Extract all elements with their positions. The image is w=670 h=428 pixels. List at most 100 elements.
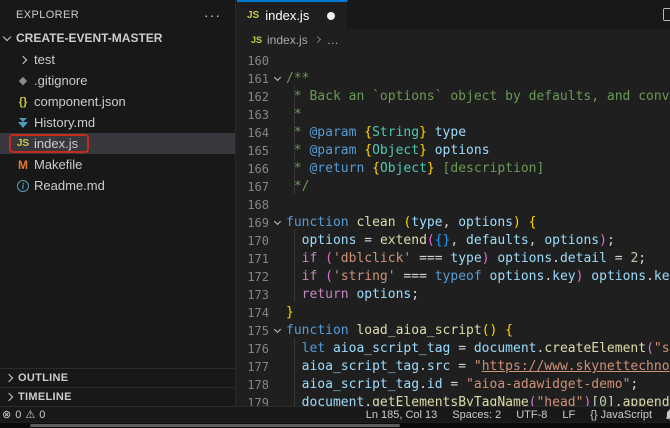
modified-dot-icon[interactable] — [327, 12, 335, 20]
file-item-component.json[interactable]: {}component.json — [0, 91, 235, 112]
explorer-sidebar: EXPLORER ··· CREATE-EVENT-MASTER test◆.g… — [0, 0, 236, 406]
code-text: document.getElementsByTagName("head")[0]… — [286, 394, 670, 406]
status-right: Ln 185, Col 13 Spaces: 2 UTF-8 LF {} Jav… — [351, 408, 670, 421]
code-line[interactable]: 173 return options; — [237, 286, 670, 304]
indent-guide — [294, 230, 295, 302]
line-number: 177 — [237, 358, 269, 376]
line-number: 179 — [237, 394, 269, 406]
root-folder-row[interactable]: CREATE-EVENT-MASTER — [0, 27, 235, 49]
chevron-down-icon — [274, 218, 281, 225]
status-left: ⊗ 0 ⚠ 0 — [2, 408, 49, 421]
warnings-icon[interactable]: ⚠ — [25, 408, 35, 421]
line-number: 163 — [237, 106, 269, 124]
fold-gutter — [269, 106, 286, 124]
more-actions-icon[interactable]: ··· — [204, 11, 221, 19]
file-item-test[interactable]: test — [0, 49, 235, 70]
breadcrumb-more[interactable]: … — [327, 33, 339, 47]
fold-gutter — [269, 304, 286, 322]
indentation-setting[interactable]: Spaces: 2 — [452, 409, 501, 421]
code-line[interactable]: 167 */ — [237, 178, 670, 196]
file-item-index.js[interactable]: JSindex.js — [0, 133, 235, 154]
fold-gutter — [269, 286, 286, 304]
code-line[interactable]: 168 — [237, 196, 670, 214]
eol-setting[interactable]: LF — [562, 409, 575, 421]
code-text: return options; — [286, 286, 419, 304]
code-line[interactable]: 174} — [237, 304, 670, 322]
page-bottom-strip — [0, 423, 670, 428]
line-number: 168 — [237, 196, 269, 214]
code-line[interactable]: 161/** — [237, 70, 670, 88]
code-line[interactable]: 175function load_aioa_script() { — [237, 322, 670, 340]
cursor-position[interactable]: Ln 185, Col 13 — [366, 409, 438, 421]
split-editor-icon[interactable] — [663, 8, 670, 21]
file-label: index.js — [34, 136, 78, 151]
line-number: 160 — [237, 52, 269, 70]
code-line[interactable]: 169 function clean (type, options) { — [237, 214, 670, 232]
code-text: let aioa_script_tag = document.createEle… — [286, 340, 670, 358]
section-outline[interactable]: OUTLINE — [0, 368, 235, 387]
section-label: TIMELINE — [18, 391, 72, 403]
language-mode[interactable]: {} JavaScript — [590, 409, 652, 421]
code-text: /** — [286, 70, 309, 88]
file-item-Readme.md[interactable]: iReadme.md — [0, 175, 235, 196]
code-line[interactable]: 160 — [237, 52, 670, 70]
errors-icon[interactable]: ⊗ — [2, 408, 11, 421]
encoding[interactable]: UTF-8 — [516, 409, 547, 421]
fold-chevron-icon[interactable] — [269, 214, 286, 232]
code-line[interactable]: 179 document.getElementsByTagName("head"… — [237, 394, 670, 406]
section-timeline[interactable]: TIMELINE — [0, 387, 235, 406]
code-line[interactable]: 165 * @param {Object} options — [237, 142, 670, 160]
code-line[interactable]: 176 let aioa_script_tag = document.creat… — [237, 340, 670, 358]
markdown-file-icon — [17, 117, 29, 129]
breadcrumb-file[interactable]: index.js — [267, 33, 308, 47]
line-number: 166 — [237, 160, 269, 178]
horizontal-scrollbar[interactable] — [30, 424, 400, 427]
code-text: if ('string' === typeof options.key) opt… — [286, 268, 670, 286]
file-icon-slot — [14, 117, 32, 129]
status-bar: ⊗ 0 ⚠ 0 Ln 185, Col 13 Spaces: 2 UTF-8 L… — [0, 406, 670, 422]
code-line[interactable]: 171 if ('dblclick' === type) options.det… — [237, 250, 670, 268]
code-editor[interactable]: 160161/**162 * Back an `options` object … — [237, 50, 670, 406]
code-line[interactable]: 177 aioa_script_tag.src = "https://www.s… — [237, 358, 670, 376]
file-label: .gitignore — [34, 73, 87, 88]
code-line[interactable]: 166 * @return {Object} [description] — [237, 160, 670, 178]
fold-gutter — [269, 142, 286, 160]
fold-chevron-icon[interactable] — [269, 322, 286, 340]
line-number: 171 — [237, 250, 269, 268]
file-item-Makefile[interactable]: MMakefile — [0, 154, 235, 175]
file-tree: test◆.gitignore{}component.json History.m… — [0, 49, 235, 196]
file-icon-slot: M — [14, 158, 32, 172]
line-number: 176 — [237, 340, 269, 358]
code-line[interactable]: 178 aioa_script_tag.id = "aioa-adawidget… — [237, 376, 670, 394]
sidebar-spacer — [0, 196, 235, 368]
chevron-down-icon — [274, 326, 281, 333]
code-line[interactable]: 162 * Back an `options` object by defaul… — [237, 88, 670, 106]
warnings-count[interactable]: 0 — [39, 409, 45, 421]
file-item-History.md[interactable]: History.md — [0, 112, 235, 133]
code-line[interactable]: 163 * — [237, 106, 670, 124]
line-number: 175 — [237, 322, 269, 340]
line-number: 169 — [237, 214, 269, 232]
code-line[interactable]: 172 if ('string' === typeof options.key)… — [237, 268, 670, 286]
code-text: function clean (type, options) { — [286, 214, 537, 232]
code-line[interactable]: 164 * @param {String} type — [237, 124, 670, 142]
tab-label: index.js — [265, 8, 309, 23]
code-text: aioa_script_tag.id = "aioa-adawidget-dem… — [286, 376, 638, 394]
code-text: */ — [286, 178, 309, 196]
chevron-right-icon — [314, 36, 321, 43]
notifications-bell-icon[interactable] — [664, 408, 670, 421]
fold-gutter — [269, 358, 286, 376]
info-file-icon: i — [17, 180, 29, 192]
errors-count[interactable]: 0 — [15, 409, 21, 421]
fold-chevron-icon[interactable] — [269, 70, 286, 88]
fold-gutter — [269, 268, 286, 286]
file-label: Makefile — [34, 157, 82, 172]
chevron-down-icon — [3, 32, 11, 40]
code-text: * @return {Object} [description] — [286, 160, 544, 178]
fold-gutter — [269, 394, 286, 406]
file-label: History.md — [34, 115, 95, 130]
code-line[interactable]: 170 options = extend({}, defaults, optio… — [237, 232, 670, 250]
tab-indexjs[interactable]: JS index.js — [237, 0, 348, 29]
file-item-.gitignore[interactable]: ◆.gitignore — [0, 70, 235, 91]
fold-gutter — [269, 232, 286, 250]
